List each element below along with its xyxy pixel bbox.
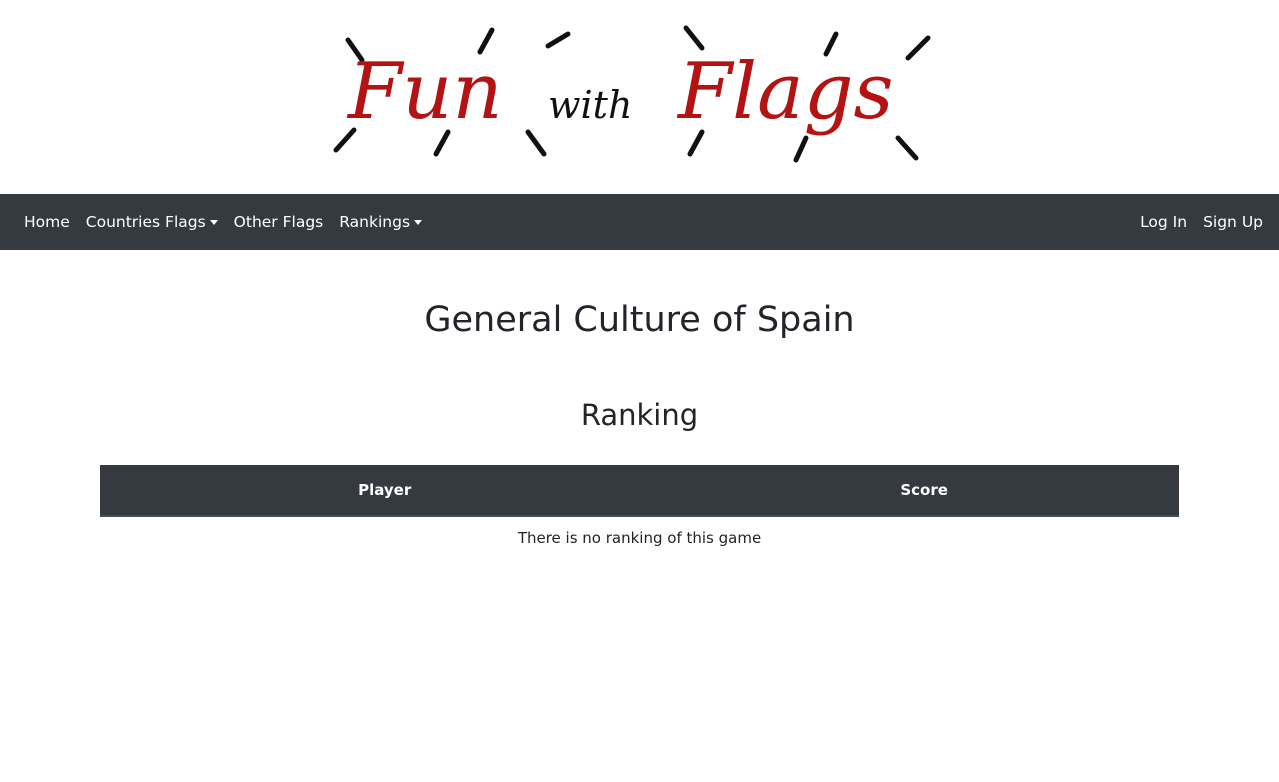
- logo-flags-text: Flags: [676, 47, 894, 137]
- chevron-down-icon: [414, 219, 423, 225]
- nav-item-other-flags[interactable]: Other Flags: [226, 213, 332, 231]
- nav-item-rankings[interactable]: Rankings: [331, 213, 430, 231]
- logo-fun-text: Fun: [346, 47, 503, 137]
- navbar-left: Home Countries Flags Other Flags Ranking…: [16, 194, 430, 250]
- ranking-table: Player Score There is no ranking of this…: [100, 465, 1179, 548]
- nav-item-home[interactable]: Home: [16, 213, 78, 231]
- table-header: Player Score: [100, 465, 1179, 517]
- nav-item-label: Home: [24, 213, 70, 231]
- logo-with-text: with: [548, 83, 632, 127]
- login-link[interactable]: Log In: [1132, 213, 1195, 231]
- navbar-right: Log In Sign Up: [1132, 194, 1271, 250]
- page-title: General Culture of Spain: [424, 300, 855, 340]
- column-header-score: Score: [669, 465, 1179, 517]
- column-header-player: Player: [100, 465, 670, 517]
- nav-item-countries-flags[interactable]: Countries Flags: [78, 213, 226, 231]
- nav-item-label: Other Flags: [233, 213, 324, 231]
- chevron-down-icon: [209, 219, 218, 225]
- main-navbar: Home Countries Flags Other Flags Ranking…: [0, 194, 1279, 250]
- empty-ranking-message: There is no ranking of this game: [517, 529, 762, 547]
- fun-with-flags-logo[interactable]: Fun with Flags: [330, 20, 940, 170]
- ranking-heading: Ranking: [580, 398, 699, 432]
- nav-item-label: Sign Up: [1203, 213, 1263, 231]
- table-body: There is no ranking of this game: [100, 516, 1179, 548]
- site-header: Fun with Flags: [0, 0, 1279, 194]
- table-row: There is no ranking of this game: [100, 516, 1179, 548]
- signup-link[interactable]: Sign Up: [1195, 213, 1271, 231]
- nav-item-label: Countries Flags: [85, 213, 206, 231]
- nav-item-label: Log In: [1140, 213, 1188, 231]
- table-header-row: Player Score: [100, 465, 1179, 517]
- nav-item-label: Rankings: [339, 213, 411, 231]
